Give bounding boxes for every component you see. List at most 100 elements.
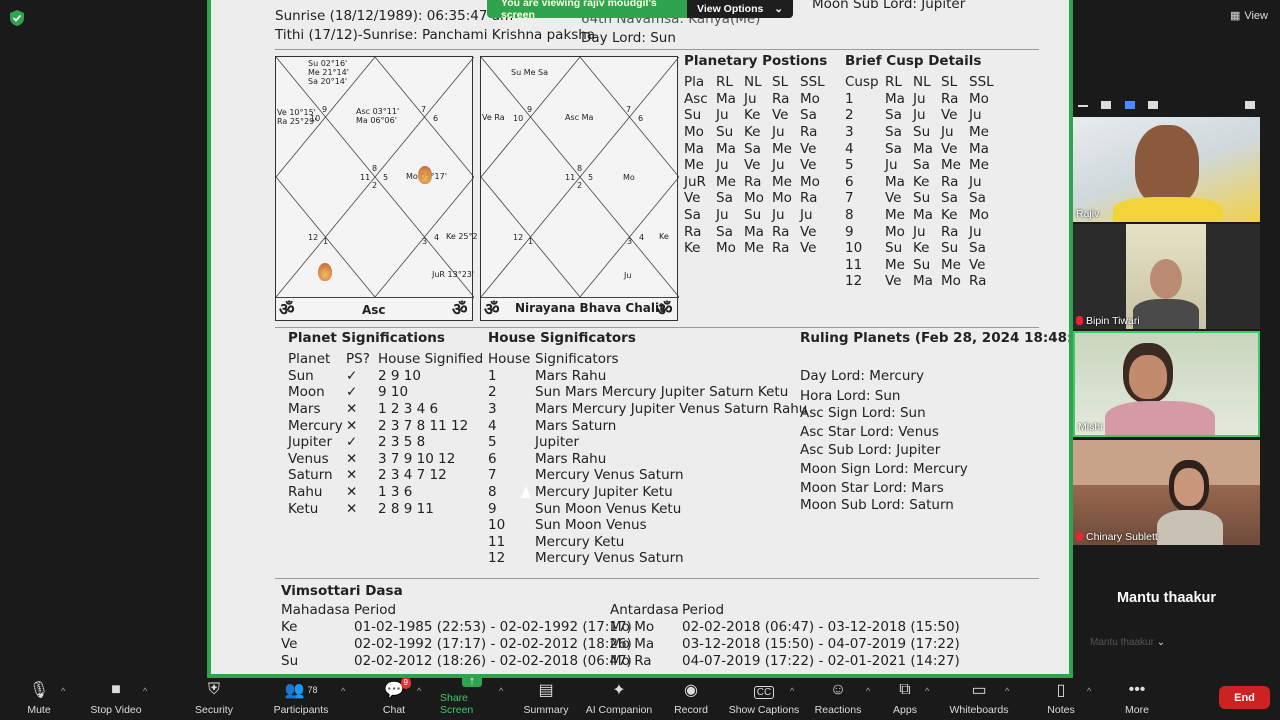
pop-out-icon[interactable] bbox=[1245, 101, 1255, 109]
show-captions-button[interactable]: CC Show Captions bbox=[728, 678, 800, 720]
video-tile[interactable]: Bipin Tiwari bbox=[1073, 224, 1260, 329]
apps-label: Apps bbox=[893, 704, 917, 716]
table-cell: Mo bbox=[800, 90, 820, 107]
table-cell: Me bbox=[744, 240, 764, 257]
more-label: More bbox=[1125, 704, 1149, 716]
period-header: Period bbox=[354, 602, 397, 618]
security-button[interactable]: ⛨ Security bbox=[192, 678, 236, 720]
table-row: Ve Sa Mo Mo Ra bbox=[684, 190, 836, 207]
view-options-button[interactable]: View Options ⌄ bbox=[687, 0, 793, 18]
table-header-row: Planet PS? House Signified bbox=[288, 351, 488, 368]
house-number: 7 bbox=[626, 105, 632, 114]
table-cell: Sun Moon Venus bbox=[535, 517, 647, 534]
chevron-up-icon[interactable]: ^ bbox=[417, 686, 421, 696]
apps-button[interactable]: ⧉ Apps bbox=[890, 678, 920, 720]
chat-badge: 9 bbox=[400, 677, 411, 689]
ai-companion-button[interactable]: ✦ AI Companion bbox=[584, 678, 654, 720]
moon-sub-lord-header: Moon Sub Lord: Jupiter bbox=[812, 0, 966, 12]
house-significators-title: House Significators bbox=[488, 330, 636, 346]
chat-button[interactable]: 💬 9 Chat bbox=[378, 677, 411, 720]
table-cell: Ve bbox=[800, 140, 817, 157]
chevron-up-icon[interactable]: ^ bbox=[925, 686, 929, 696]
table-row: 7 Ve Su Sa Sa bbox=[845, 190, 1005, 207]
meeting-toolbar: 🎙 Mute ^ ■ Stop Video ^ ⛨ Security 👥 78 Parti… bbox=[0, 675, 1280, 720]
table-cell: ✓ bbox=[346, 367, 358, 384]
video-tile-active-speaker[interactable]: Mishi bbox=[1073, 331, 1260, 437]
planetary-positions-title: Planetary Postions bbox=[684, 53, 828, 69]
table-cell: Ju bbox=[800, 207, 813, 224]
minimize-icon[interactable] bbox=[1078, 105, 1088, 107]
chevron-up-icon[interactable]: ^ bbox=[1005, 686, 1009, 696]
table-cell: Ju bbox=[716, 107, 729, 124]
table-cell: Sa bbox=[969, 240, 986, 257]
table-row: JuR Me Ra Me Mo bbox=[684, 174, 836, 191]
table-cell: Mars Saturn bbox=[535, 417, 617, 434]
table-cell: Mo bbox=[684, 124, 704, 141]
table-cell: Ma bbox=[885, 90, 905, 107]
dasa-cell: 03-12-2018 (15:50) - 04-07-2019 (17:22) bbox=[682, 636, 960, 652]
table-cell: 3 bbox=[488, 401, 497, 418]
reactions-button[interactable]: ☺ Reactions bbox=[813, 678, 863, 720]
stop-video-button[interactable]: ■ Stop Video bbox=[88, 678, 144, 720]
video-tile[interactable]: Rajiv bbox=[1073, 117, 1260, 222]
speaker-view-icon[interactable] bbox=[1125, 101, 1135, 109]
chevron-up-icon[interactable]: ^ bbox=[790, 686, 794, 696]
notes-button[interactable]: ▯ Notes bbox=[1044, 678, 1078, 720]
table-row: 11 Mercury Ketu bbox=[488, 534, 807, 551]
whiteboards-button[interactable]: ▭ Whiteboards bbox=[948, 678, 1010, 720]
view-button[interactable]: ▦ View bbox=[1230, 9, 1268, 23]
table-cell: Ra bbox=[941, 173, 959, 190]
more-button[interactable]: ••• More bbox=[1122, 678, 1152, 720]
table-cell: Ju bbox=[913, 90, 926, 107]
table-row: 8 Me Ma Ke Mo bbox=[845, 207, 1005, 224]
table-row: 11 Me Su Me Ve bbox=[845, 257, 1005, 274]
table-cell: ✕ bbox=[346, 484, 358, 501]
table-row: Saturn ✕ 2 3 4 7 12 bbox=[288, 467, 488, 484]
end-meeting-button[interactable]: End bbox=[1219, 686, 1270, 709]
participants-button[interactable]: 👥 78 Participants bbox=[271, 678, 331, 720]
house-number: 5 bbox=[588, 173, 594, 182]
planet-significations-table: Planet PS? House Signified Sun ✓ 2 9 10 Moon ✓ 9… bbox=[288, 351, 488, 517]
house-significators-table: House Significators 1 Mars Rahu 2 Sun Mars Me… bbox=[488, 351, 807, 567]
table-cell: Ra bbox=[772, 90, 790, 107]
table-cell: Ke bbox=[684, 240, 701, 257]
mute-button[interactable]: 🎙 Mute bbox=[18, 678, 60, 720]
chevron-up-icon[interactable]: ^ bbox=[61, 686, 65, 696]
chevron-up-icon[interactable]: ^ bbox=[1087, 686, 1091, 696]
video-camera-icon: ■ bbox=[111, 681, 121, 698]
share-arrow-icon: ↑ bbox=[462, 675, 482, 687]
house-number: 2 bbox=[372, 181, 378, 190]
notes-label: Notes bbox=[1047, 704, 1075, 716]
participant-avatar bbox=[1135, 125, 1199, 205]
shield-check-icon[interactable] bbox=[8, 9, 26, 27]
record-icon: ◉ bbox=[684, 682, 698, 699]
participant-subname[interactable]: Mantu thaakur ⌄ bbox=[1090, 637, 1165, 648]
mic-muted-icon bbox=[1076, 316, 1083, 325]
share-screen-button[interactable]: ↑ Share Screen bbox=[440, 675, 504, 720]
column-header: RL bbox=[885, 74, 902, 91]
share-screen-label: Share Screen bbox=[440, 692, 474, 716]
chevron-up-icon[interactable]: ^ bbox=[866, 686, 870, 696]
table-cell: 10 bbox=[488, 517, 506, 534]
table-row: Jupiter ✓ 2 3 5 8 bbox=[288, 434, 488, 451]
column-header: SSL bbox=[969, 74, 994, 91]
table-row: 3 Mars Mercury Jupiter Venus Saturn Rahu bbox=[488, 401, 807, 418]
hide-icon[interactable] bbox=[1101, 101, 1111, 109]
record-button[interactable]: ◉ Record bbox=[672, 678, 710, 720]
table-row: Venus ✕ 3 7 9 10 12 bbox=[288, 451, 488, 468]
summary-button[interactable]: ▤ Summary bbox=[522, 678, 570, 720]
gallery-view-icon[interactable] bbox=[1148, 101, 1158, 109]
table-cell: 2 3 4 7 12 bbox=[378, 467, 447, 484]
chevron-up-icon[interactable]: ^ bbox=[341, 686, 345, 696]
table-cell: Ju bbox=[969, 223, 982, 240]
chevron-up-icon[interactable]: ^ bbox=[499, 686, 503, 696]
chart2-left-planets: Ve Ra bbox=[482, 113, 505, 122]
table-cell: Ve bbox=[941, 140, 958, 157]
ruling-planet-item: Hora Lord: Sun bbox=[800, 388, 901, 404]
table-cell: 6 bbox=[845, 173, 854, 190]
column-header: SSL bbox=[800, 74, 825, 91]
chevron-up-icon[interactable]: ^ bbox=[143, 686, 147, 696]
table-cell: Mo bbox=[772, 190, 792, 207]
video-tile[interactable]: Chinary Sublett bbox=[1073, 440, 1260, 545]
bhava-chalit-chart: Su Me Sa Asc Ma Ve Ra Mo Ke Ju 9 10 7 6 … bbox=[480, 56, 679, 321]
